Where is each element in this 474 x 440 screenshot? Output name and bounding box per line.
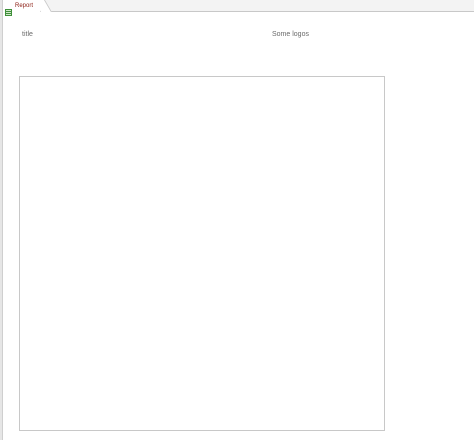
report-icon <box>5 3 12 16</box>
report-content-box[interactable] <box>19 76 385 431</box>
left-edge-border <box>0 0 3 440</box>
logos-placeholder[interactable]: Some logos <box>272 31 309 38</box>
document-tab-bar: Report <box>3 0 474 16</box>
tab-report[interactable]: Report <box>3 0 41 16</box>
report-title[interactable]: title <box>22 31 33 38</box>
report-canvas: title Some logos <box>4 12 474 440</box>
tab-report-label: Report <box>15 3 34 9</box>
report-window: Report title Some logos <box>0 0 474 440</box>
